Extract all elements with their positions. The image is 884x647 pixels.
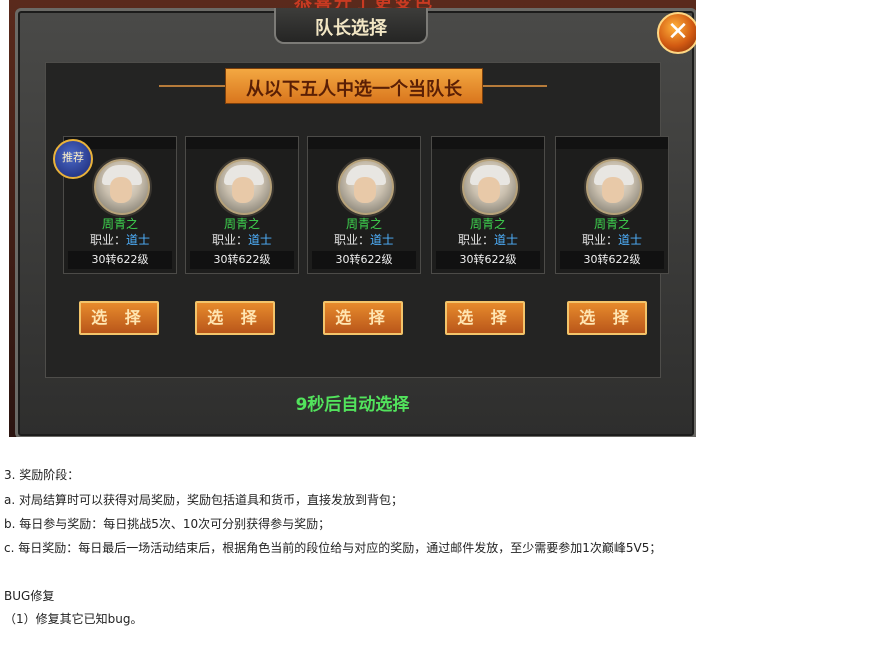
candidate-name: 周青之 <box>101 217 138 231</box>
candidate-level: 30转622级 <box>436 251 540 269</box>
close-icon: ✕ <box>667 17 689 47</box>
candidate-job: 职业：道士 <box>581 233 643 247</box>
candidate-card[interactable]: 周青之 职业：道士 30转622级 <box>431 136 545 274</box>
candidate-job: 职业：道士 <box>457 233 519 247</box>
candidate-card[interactable]: 周青之 职业：道士 30转622级 <box>555 136 669 274</box>
prompt-banner: 从以下五人中选一个当队长 <box>225 68 483 104</box>
candidate-name: 周青之 <box>223 217 260 231</box>
candidate-name: 周青之 <box>345 217 382 231</box>
recommended-badge: 推荐 <box>53 139 93 179</box>
doc-bugfix-heading: BUG修复 <box>4 589 55 603</box>
candidate-level: 30转622级 <box>68 251 172 269</box>
candidate-job: 职业：道士 <box>89 233 151 247</box>
candidate-name: 周青之 <box>469 217 506 231</box>
character-avatar <box>216 159 272 215</box>
candidate-card[interactable]: 周青之 职业：道士 30转622级 <box>185 136 299 274</box>
prompt-divider-left <box>159 85 225 87</box>
candidate-name: 周青之 <box>593 217 630 231</box>
select-button-3[interactable]: 选 择 <box>323 301 403 335</box>
prompt-divider-right <box>481 85 547 87</box>
close-button[interactable]: ✕ <box>657 12 696 54</box>
select-button-1[interactable]: 选 择 <box>79 301 159 335</box>
candidate-job: 职业：道士 <box>333 233 395 247</box>
character-avatar <box>462 159 518 215</box>
candidate-job: 职业：道士 <box>211 233 273 247</box>
dialog-title-tab: 队长选择 <box>274 8 428 44</box>
doc-section-heading: 3. 奖励阶段： <box>4 468 80 482</box>
select-button-2[interactable]: 选 择 <box>195 301 275 335</box>
character-avatar <box>94 159 150 215</box>
character-avatar <box>586 159 642 215</box>
dialog-title: 队长选择 <box>315 18 387 39</box>
game-screenshot: 恭喜开了更变色 队长选择 ✕ 从以下五人中选一个当队长 周青之 职业：道士 30… <box>9 0 696 437</box>
doc-line-a: a. 对局结算时可以获得对局奖励，奖励包括道具和货币，直接发放到背包； <box>4 493 403 507</box>
candidate-level: 30转622级 <box>312 251 416 269</box>
doc-line-b: b. 每日参与奖励：每日挑战5次、10次可分别获得参与奖励； <box>4 517 331 531</box>
select-button-4[interactable]: 选 择 <box>445 301 525 335</box>
candidate-level: 30转622级 <box>560 251 664 269</box>
select-button-5[interactable]: 选 择 <box>567 301 647 335</box>
character-avatar <box>338 159 394 215</box>
auto-select-countdown: 9秒后自动选择 <box>295 395 410 415</box>
doc-bugfix-line: （1）修复其它已知bug。 <box>4 612 143 626</box>
candidate-card[interactable]: 周青之 职业：道士 30转622级 <box>307 136 421 274</box>
candidate-level: 30转622级 <box>190 251 294 269</box>
prompt-text: 从以下五人中选一个当队长 <box>246 79 462 100</box>
doc-line-c: c. 每日奖励：每日最后一场活动结束后，根据角色当前的段位给与对应的奖励，通过邮… <box>4 541 662 555</box>
